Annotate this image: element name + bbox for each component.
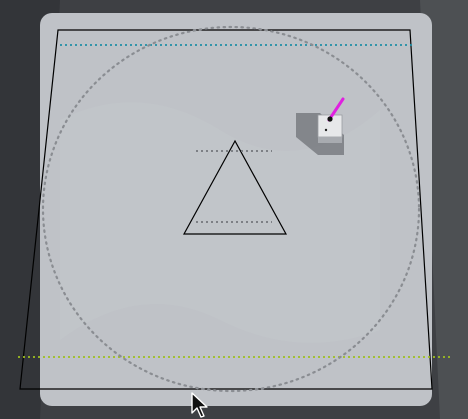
agent-side <box>318 137 342 143</box>
agent-eye <box>327 116 333 122</box>
arrow-cursor-icon <box>191 392 208 418</box>
agent-dot <box>324 128 328 132</box>
game-scene[interactable] <box>0 0 468 419</box>
